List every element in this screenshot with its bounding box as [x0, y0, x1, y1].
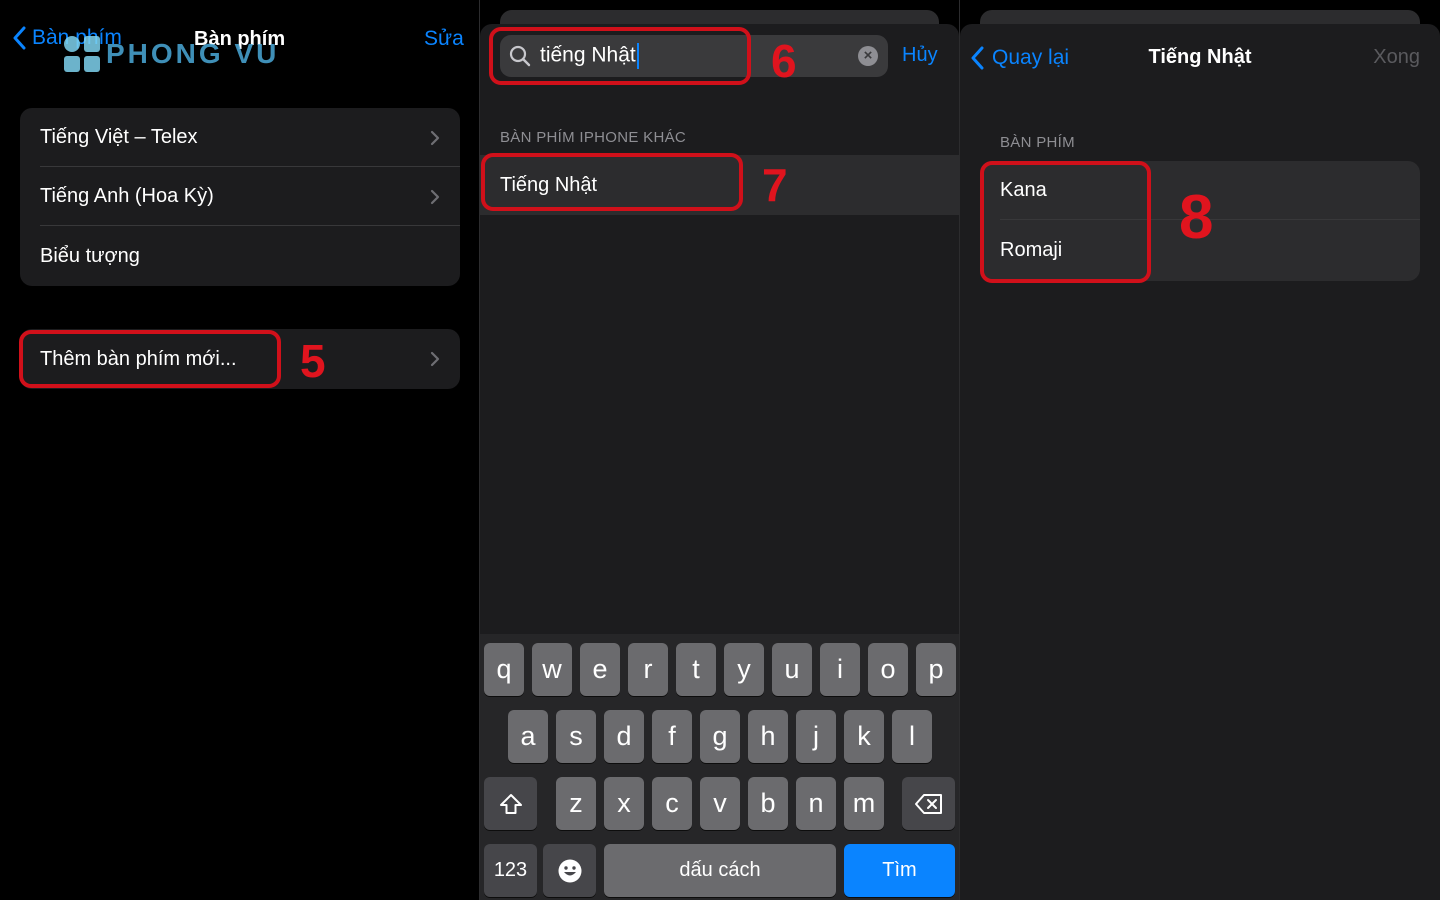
key[interactable]: q — [484, 643, 524, 696]
key[interactable]: a — [508, 710, 548, 763]
logo-icon — [62, 34, 102, 74]
shift-icon — [499, 793, 522, 814]
key[interactable]: z — [556, 777, 596, 830]
on-screen-keyboard: q w e r t y u i o p a s d f g h j k l z … — [480, 634, 959, 900]
clear-icon[interactable]: × — [858, 46, 878, 66]
chevron-right-icon — [430, 351, 440, 367]
key[interactable]: u — [772, 643, 812, 696]
space-key[interactable]: dấu cách — [604, 844, 836, 897]
key[interactable]: t — [676, 643, 716, 696]
key[interactable]: o — [868, 643, 908, 696]
settings-keyboards-panel: Bàn phím Bàn phím Sửa PHONG VU Tiếng Việ… — [0, 0, 480, 900]
key[interactable]: h — [748, 710, 788, 763]
step-number: 5 — [300, 335, 326, 387]
keyboard-label: Tiếng Việt – Telex — [40, 126, 198, 148]
key[interactable]: k — [844, 710, 884, 763]
keyboard-label: Biểu tượng — [40, 244, 140, 267]
callout-box — [19, 330, 281, 388]
callout-box — [489, 27, 751, 85]
key[interactable]: y — [724, 643, 764, 696]
backspace-icon — [914, 793, 942, 814]
keyboard-label: Tiếng Anh (Hoa Kỳ) — [40, 185, 214, 207]
page-title: Tiếng Nhật — [1148, 46, 1252, 68]
emoji-icon — [558, 859, 581, 882]
section-header: BÀN PHÍM IPHONE KHÁC — [500, 129, 687, 146]
key[interactable]: c — [652, 777, 692, 830]
key[interactable]: n — [796, 777, 836, 830]
step-number: 7 — [762, 159, 788, 211]
chevron-left-icon — [13, 26, 26, 50]
chevron-right-icon — [430, 130, 440, 145]
list-item[interactable]: Biểu tượng — [20, 226, 460, 286]
japanese-keyboard-sheet: Quay lại Tiếng Nhật Xong BÀN PHÍM Kana R… — [960, 24, 1440, 900]
search-key[interactable]: Tìm — [844, 844, 955, 897]
key[interactable]: i — [820, 643, 860, 696]
key[interactable]: x — [604, 777, 644, 830]
key[interactable]: r — [628, 643, 668, 696]
key[interactable]: g — [700, 710, 740, 763]
step-number: 8 — [1179, 183, 1214, 252]
section-header: BÀN PHÍM — [1000, 134, 1075, 151]
key[interactable]: d — [604, 710, 644, 763]
key[interactable]: s — [556, 710, 596, 763]
key[interactable]: j — [796, 710, 836, 763]
key[interactable]: e — [580, 643, 620, 696]
watermark-text: PHONG VU — [106, 38, 280, 69]
callout-box — [481, 153, 743, 211]
delete-key[interactable] — [902, 777, 955, 830]
watermark-logo: PHONG VU — [62, 34, 279, 74]
japanese-keyboard-panel: Quay lại Tiếng Nhật Xong BÀN PHÍM Kana R… — [960, 0, 1440, 900]
chevron-right-icon — [430, 189, 440, 204]
add-keyboard-panel: tiếng Nhật × Hủy BÀN PHÍM IPHONE KHÁC Ti… — [480, 0, 959, 900]
keyboard-list: Tiếng Việt – Telex Tiếng Anh (Hoa Kỳ) Bi… — [20, 108, 460, 286]
key[interactable]: l — [892, 710, 932, 763]
step-number: 6 — [771, 35, 797, 87]
key[interactable]: p — [916, 643, 956, 696]
key[interactable]: m — [844, 777, 884, 830]
callout-box — [980, 161, 1151, 283]
shift-key[interactable] — [484, 777, 537, 830]
list-item[interactable]: Tiếng Việt – Telex — [20, 108, 460, 167]
edit-button[interactable]: Sửa — [424, 27, 464, 51]
key[interactable]: v — [700, 777, 740, 830]
list-item[interactable]: Tiếng Anh (Hoa Kỳ) — [20, 167, 460, 226]
done-button[interactable]: Xong — [1373, 46, 1420, 69]
key[interactable]: b — [748, 777, 788, 830]
key[interactable]: f — [652, 710, 692, 763]
cancel-button[interactable]: Hủy — [902, 44, 938, 67]
numbers-key[interactable]: 123 — [484, 844, 537, 897]
key[interactable]: w — [532, 643, 572, 696]
emoji-key[interactable] — [543, 844, 596, 897]
